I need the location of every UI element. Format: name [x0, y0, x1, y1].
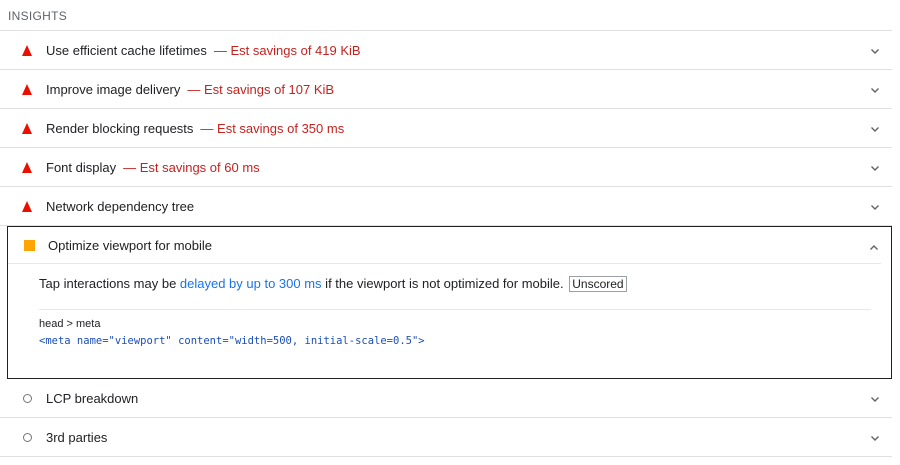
node-snippet[interactable]: <meta name="viewport" content="width=500…	[39, 335, 871, 347]
node-details: head > meta <meta name="viewport" conten…	[39, 309, 871, 347]
info-circle-icon	[8, 393, 46, 403]
audit-description: Tap interactions may be delayed by up to…	[8, 264, 891, 292]
node-selector: head > meta	[39, 318, 101, 330]
audit-title: Network dependency tree	[46, 198, 195, 214]
audit-title: Render blocking requests	[46, 120, 194, 136]
audit-viewport-header[interactable]: Optimize viewport for mobile	[8, 227, 881, 264]
info-circle-icon	[8, 432, 46, 442]
description-text: Tap interactions may be	[39, 276, 180, 291]
description-link[interactable]: delayed by up to 300 ms	[180, 276, 322, 291]
chevron-down-icon[interactable]	[870, 82, 880, 100]
average-square-icon	[10, 239, 48, 251]
fail-triangle-icon	[8, 161, 46, 173]
audit-image-delivery[interactable]: Improve image delivery — Est savings of …	[0, 70, 892, 109]
audit-title: Improve image delivery	[46, 81, 181, 97]
audit-savings: — Est savings of 60 ms	[123, 159, 260, 175]
audit-title: Use efficient cache lifetimes	[46, 42, 207, 58]
chevron-down-icon[interactable]	[870, 430, 880, 448]
chevron-down-icon[interactable]	[870, 43, 880, 61]
audit-savings: — Est savings of 107 KiB	[187, 81, 335, 97]
audit-network-dependency-tree[interactable]: Network dependency tree	[0, 187, 892, 226]
fail-triangle-icon	[8, 200, 46, 212]
audit-savings: — Est savings of 419 KiB	[213, 42, 361, 58]
audit-savings: — Est savings of 350 ms	[200, 120, 345, 136]
fail-triangle-icon	[8, 44, 46, 56]
unscored-badge: Unscored	[569, 276, 627, 292]
audit-font-display[interactable]: Font display — Est savings of 60 ms	[0, 148, 892, 187]
section-title: INSIGHTS	[8, 9, 68, 23]
audit-title: Font display	[46, 159, 117, 175]
chevron-up-icon[interactable]	[869, 240, 879, 258]
audit-cache-lifetimes[interactable]: Use efficient cache lifetimes — Est savi…	[0, 31, 892, 70]
audit-third-parties[interactable]: 3rd parties	[0, 418, 892, 457]
audit-render-blocking[interactable]: Render blocking requests — Est savings o…	[0, 109, 892, 148]
audit-title: LCP breakdown	[46, 390, 139, 406]
audit-title: 3rd parties	[46, 429, 108, 445]
audit-viewport-expanded: Optimize viewport for mobile Tap interac…	[7, 226, 892, 379]
description-text: if the viewport is not optimized for mob…	[321, 276, 564, 291]
fail-triangle-icon	[8, 122, 46, 134]
audit-lcp-breakdown[interactable]: LCP breakdown	[0, 379, 892, 418]
insights-section-header: INSIGHTS	[0, 0, 892, 31]
fail-triangle-icon	[8, 83, 46, 95]
chevron-down-icon[interactable]	[870, 121, 880, 139]
chevron-down-icon[interactable]	[870, 199, 880, 217]
audit-title: Optimize viewport for mobile	[48, 237, 212, 253]
chevron-down-icon[interactable]	[870, 391, 880, 409]
chevron-down-icon[interactable]	[870, 160, 880, 178]
